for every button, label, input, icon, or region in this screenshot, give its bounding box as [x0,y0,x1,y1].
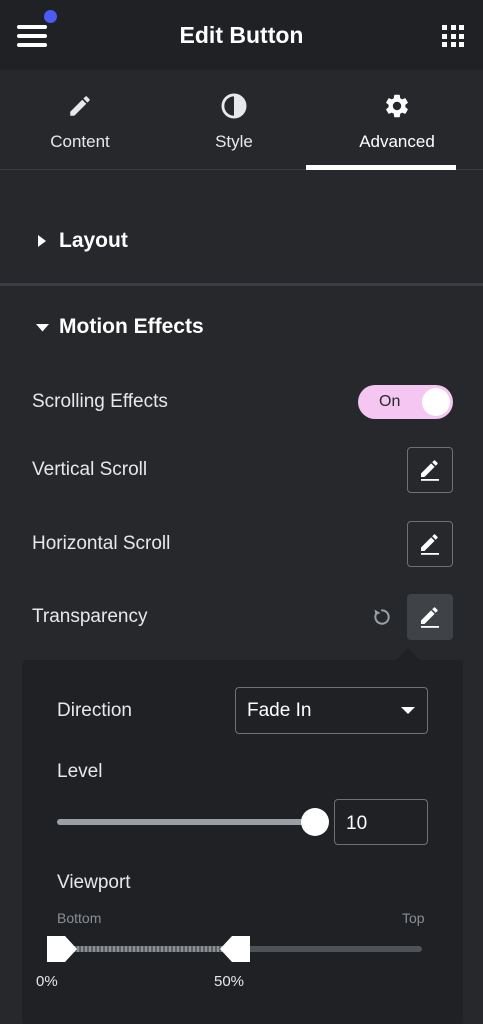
pencil-icon [421,534,439,555]
tab-advanced[interactable]: Advanced [322,70,472,170]
tab-style[interactable]: Style [159,70,309,170]
direction-label: Direction [57,700,132,721]
section-layout-title: Layout [59,229,128,252]
tab-content[interactable]: Content [5,70,155,170]
viewport-end-handle[interactable] [220,936,250,962]
scrolling-effects-toggle[interactable]: On [358,385,453,419]
pencil-icon [421,460,439,481]
level-slider-fill [57,819,315,825]
section-divider [0,283,483,286]
toggle-on-text: On [379,393,401,410]
popover-arrow [396,648,420,660]
transparency-label: Transparency [32,606,148,627]
viewport-end-value: 50% [214,973,245,990]
active-tab-indicator [306,165,456,170]
gear-icon [383,92,411,120]
viewport-start-value: 0% [36,973,58,990]
viewport-label: Viewport [57,872,131,893]
horizontal-scroll-edit-button[interactable] [407,521,453,567]
viewport-range-selected [57,946,235,952]
apps-grid-icon[interactable] [442,25,464,47]
section-layout-header[interactable]: Layout [0,222,483,260]
chevron-down-icon [401,707,415,714]
section-motion-effects-header[interactable]: Motion Effects [0,308,483,346]
caret-right-icon [33,232,51,250]
caret-down-icon [33,318,51,336]
transparency-edit-button[interactable] [407,594,453,640]
scrolling-effects-label: Scrolling Effects [32,391,168,412]
panel-tabs: Content Style Advanced [0,70,483,170]
level-number-input[interactable]: 10 [334,799,428,845]
toggle-knob [422,388,450,416]
pencil-icon [67,92,93,120]
vertical-scroll-row: Vertical Scroll [32,445,453,495]
editor-header: Edit Button [0,0,483,70]
direction-select-value: Fade In [247,700,312,721]
viewport-top-label: Top [402,910,425,926]
tab-advanced-label: Advanced [359,132,435,151]
level-slider-track[interactable] [57,819,315,825]
vertical-scroll-label: Vertical Scroll [32,459,148,480]
scrolling-effects-row: Scrolling Effects On [32,377,453,427]
section-motion-effects-title: Motion Effects [59,315,204,338]
level-number-value: 10 [346,813,368,834]
level-slider-thumb[interactable] [301,808,329,836]
page-title: Edit Button [179,21,304,48]
viewport-start-handle[interactable] [47,936,77,962]
level-label: Level [57,761,103,782]
viewport-bottom-label: Bottom [57,910,102,926]
hamburger-menu-icon[interactable] [17,25,47,47]
transparency-row: Transparency [32,592,453,642]
vertical-scroll-edit-button[interactable] [407,447,453,493]
pencil-icon [421,607,439,628]
half-circle-icon [220,92,248,120]
reset-icon[interactable] [371,606,393,628]
notification-dot [44,10,57,23]
horizontal-scroll-label: Horizontal Scroll [32,533,171,554]
section-motion-effects: Motion Effects [0,308,483,346]
section-layout: Layout [0,222,483,260]
tab-content-label: Content [50,132,110,151]
tab-style-label: Style [215,132,253,151]
horizontal-scroll-row: Horizontal Scroll [32,519,453,569]
direction-select[interactable]: Fade In [235,687,428,734]
